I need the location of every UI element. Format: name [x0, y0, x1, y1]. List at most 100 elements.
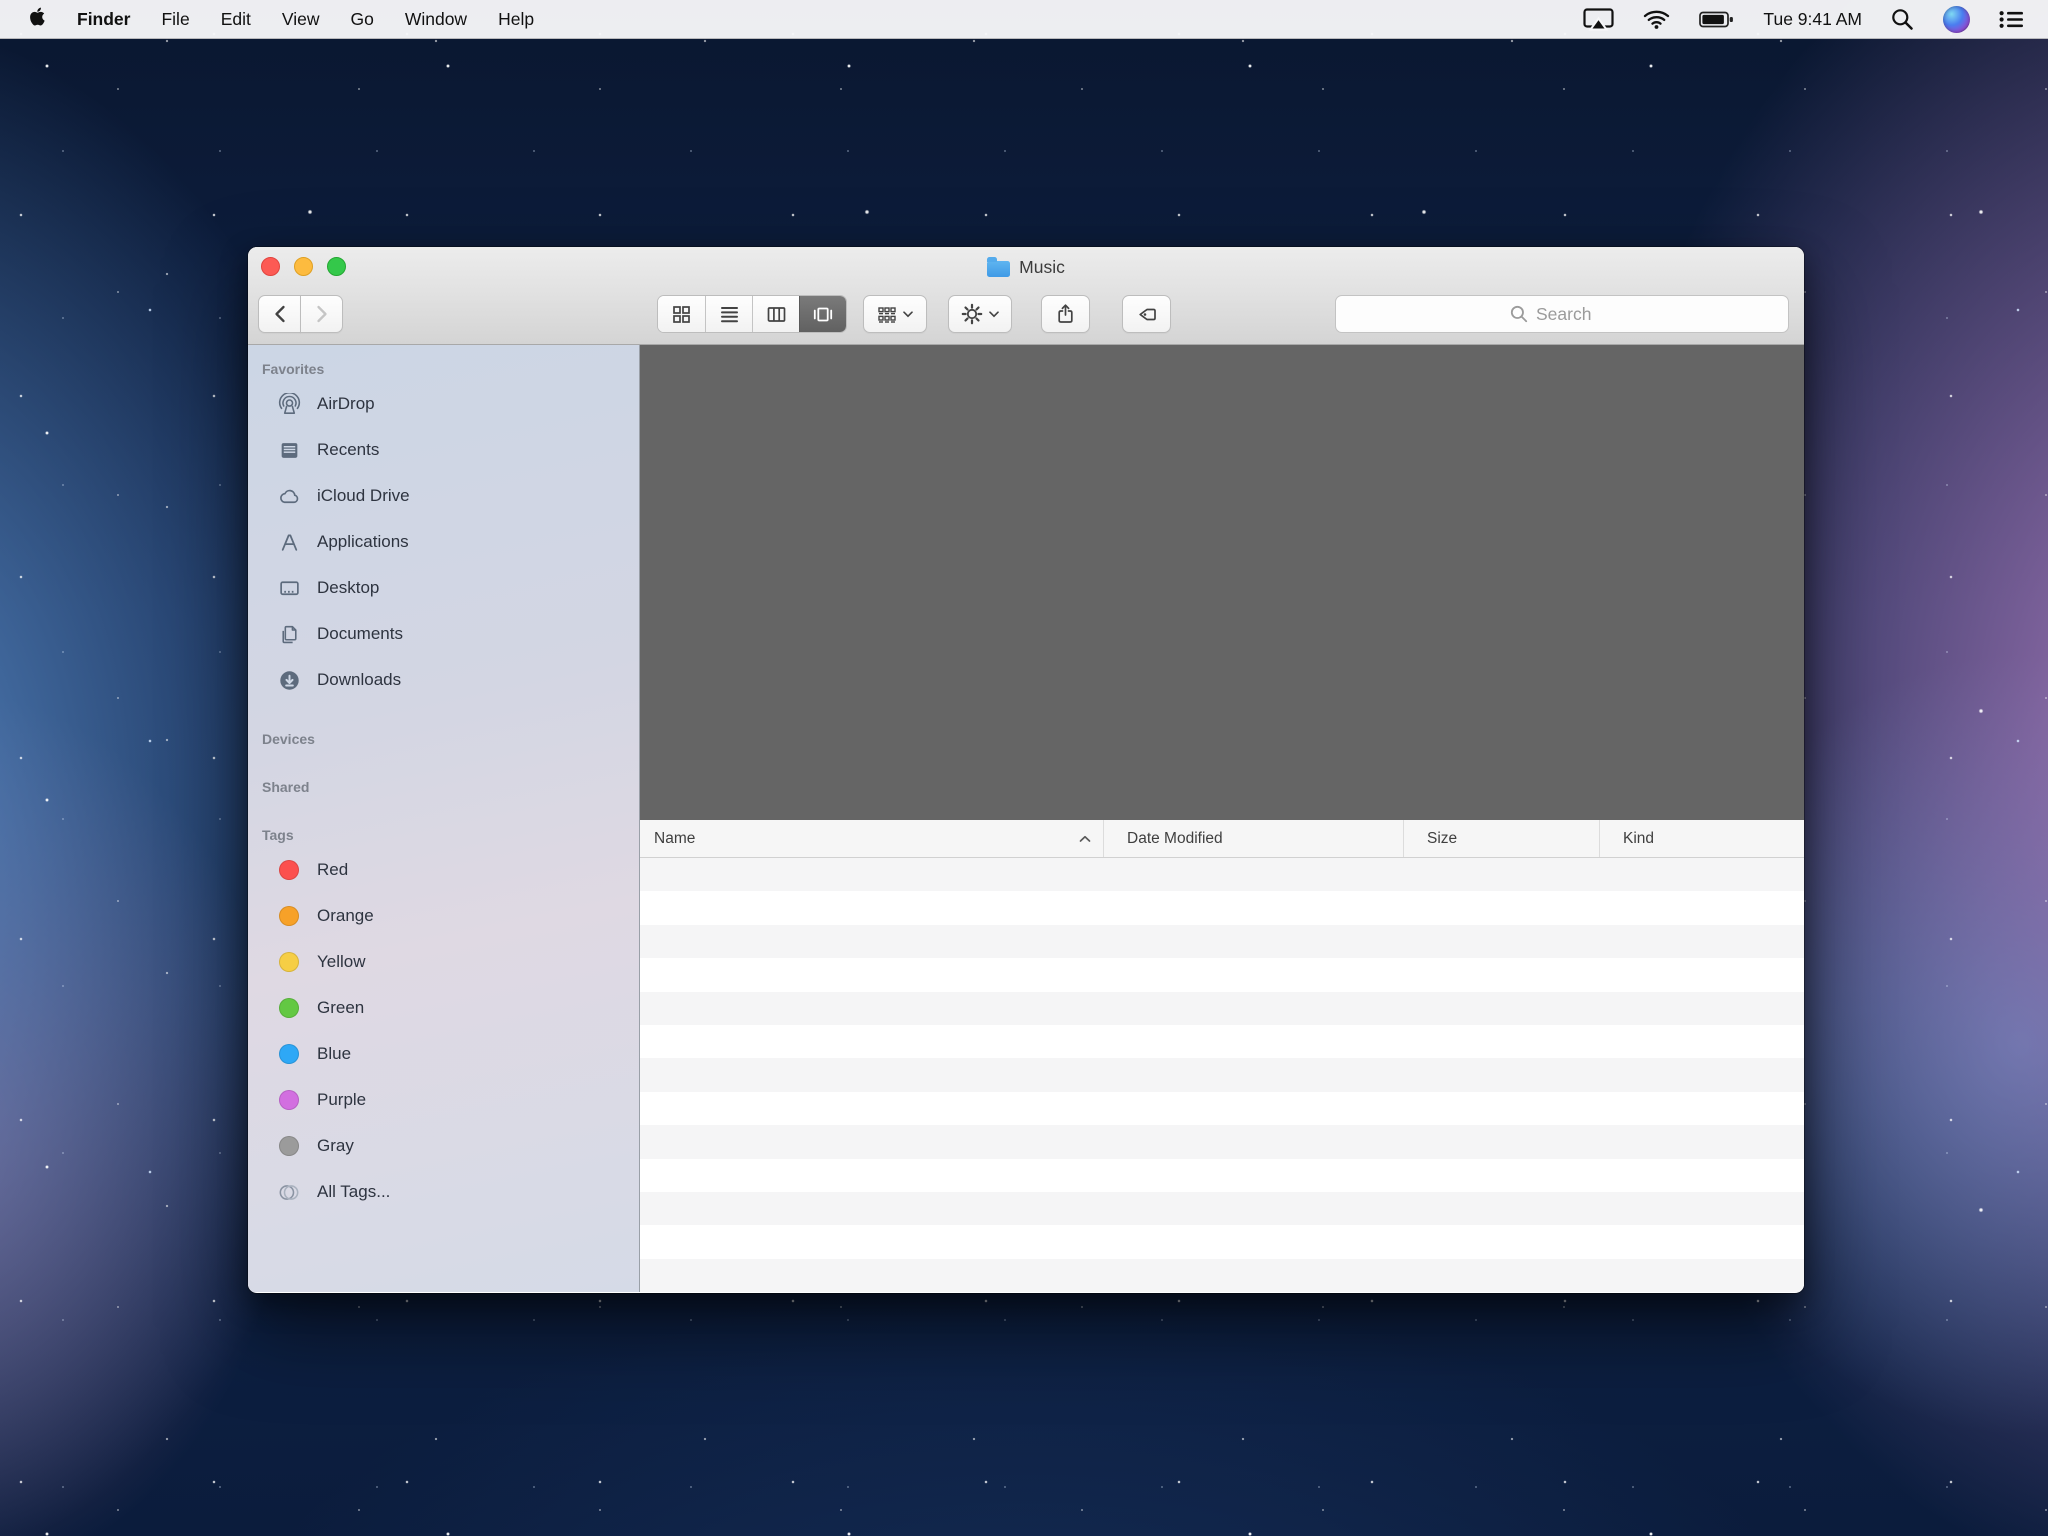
list-row: [640, 925, 1804, 958]
spotlight-icon[interactable]: [1891, 8, 1914, 31]
search-field[interactable]: [1335, 295, 1789, 333]
column-header-name[interactable]: Name: [640, 820, 1104, 857]
sidebar-item-label: Orange: [317, 906, 374, 926]
alltags-icon: [277, 1180, 301, 1204]
chevron-right-icon: [316, 305, 328, 323]
sidebar-item-label: Gray: [317, 1136, 354, 1156]
sidebar-item-label: Applications: [317, 532, 409, 552]
list-row: [640, 992, 1804, 1025]
chevron-left-icon: [274, 305, 286, 323]
view-switcher: [657, 295, 847, 333]
tag-color-dot: [279, 998, 299, 1018]
sidebar: FavoritesAirDrop Recents iCloud Drive Appli…: [248, 345, 639, 1292]
list-row: [640, 1192, 1804, 1225]
search-input[interactable]: [1536, 304, 1614, 325]
desktop: Finder File Edit View Go Window Help Tue 9:41 …: [0, 0, 2048, 1536]
close-button[interactable]: [261, 257, 280, 276]
tag-button[interactable]: [1122, 295, 1171, 333]
share-button[interactable]: [1041, 295, 1090, 333]
desktop-icon: [277, 576, 301, 600]
list-row: [640, 1125, 1804, 1158]
menu-edit[interactable]: Edit: [221, 9, 251, 30]
back-button[interactable]: [258, 295, 301, 333]
tag-icon: [1135, 304, 1158, 325]
sidebar-item-label: All Tags...: [317, 1182, 390, 1202]
wifi-icon[interactable]: [1643, 9, 1670, 30]
siri-icon[interactable]: [1943, 6, 1970, 33]
sidebar-item-label: Recents: [317, 440, 379, 460]
sidebar-item-orange[interactable]: Orange: [248, 893, 639, 939]
tag-circle-icon: [277, 858, 301, 882]
battery-icon[interactable]: [1699, 11, 1734, 28]
sidebar-item-label: Green: [317, 998, 364, 1018]
menu-view[interactable]: View: [282, 9, 320, 30]
navigation-buttons: [258, 295, 343, 333]
menu-file[interactable]: File: [161, 9, 189, 30]
sidebar-item-gray[interactable]: Gray: [248, 1123, 639, 1169]
sidebar-item-airdrop[interactable]: AirDrop: [248, 381, 639, 427]
sidebar-item-downloads[interactable]: Downloads: [248, 657, 639, 703]
column-header-size[interactable]: Size: [1404, 820, 1600, 857]
sidebar-section-label: Favorites: [248, 361, 639, 381]
notification-center-icon[interactable]: [1999, 10, 2024, 29]
tag-circle-icon: [277, 904, 301, 928]
menu-bar-clock[interactable]: Tue 9:41 AM: [1763, 9, 1862, 30]
applications-icon: [277, 530, 301, 554]
action-button[interactable]: [948, 295, 1012, 333]
minimize-button[interactable]: [294, 257, 313, 276]
sidebar-item-icloud-drive[interactable]: iCloud Drive: [248, 473, 639, 519]
list-view-button[interactable]: [705, 296, 752, 332]
apple-menu[interactable]: [30, 7, 46, 31]
sidebar-section-label: Devices: [248, 731, 639, 751]
menu-finder[interactable]: Finder: [77, 9, 130, 30]
tag-color-dot: [279, 1044, 299, 1064]
list-row: [640, 891, 1804, 924]
forward-button[interactable]: [300, 295, 343, 333]
chevron-down-icon: [989, 311, 999, 318]
group-button[interactable]: [863, 295, 927, 333]
airplay-icon[interactable]: [1583, 8, 1614, 31]
title-bar: Music: [248, 247, 1804, 345]
zoom-button[interactable]: [327, 257, 346, 276]
sidebar-item-desktop[interactable]: Desktop: [248, 565, 639, 611]
sidebar-item-recents[interactable]: Recents: [248, 427, 639, 473]
list-row: [640, 1092, 1804, 1125]
gallery-view-button[interactable]: [799, 296, 846, 332]
menu-window[interactable]: Window: [405, 9, 467, 30]
list-row: [640, 1225, 1804, 1258]
finder-window: Music: [248, 247, 1804, 1293]
list-header: NameDate ModifiedSizeKind: [640, 820, 1804, 858]
list-view-icon: [719, 304, 740, 325]
sidebar-item-applications[interactable]: Applications: [248, 519, 639, 565]
tag-color-dot: [279, 860, 299, 880]
tag-color-dot: [279, 1136, 299, 1156]
column-view-icon: [766, 304, 787, 325]
list-row: [640, 1058, 1804, 1091]
tag-circle-icon: [277, 996, 301, 1020]
sidebar-item-label: Desktop: [317, 578, 379, 598]
tag-color-dot: [279, 906, 299, 926]
documents-icon: [277, 622, 301, 646]
sidebar-item-blue[interactable]: Blue: [248, 1031, 639, 1077]
column-view-button[interactable]: [752, 296, 799, 332]
column-header-date-modified[interactable]: Date Modified: [1104, 820, 1404, 857]
menu-help[interactable]: Help: [498, 9, 534, 30]
tag-color-dot: [279, 1090, 299, 1110]
group-icon: [877, 305, 897, 324]
share-icon: [1055, 303, 1076, 325]
sidebar-item-documents[interactable]: Documents: [248, 611, 639, 657]
tag-color-dot: [279, 952, 299, 972]
recents-icon: [277, 438, 301, 462]
coverflow-preview-area: [640, 345, 1804, 820]
sidebar-item-yellow[interactable]: Yellow: [248, 939, 639, 985]
sidebar-item-purple[interactable]: Purple: [248, 1077, 639, 1123]
chevron-down-icon: [903, 311, 913, 318]
sidebar-item-all-tags[interactable]: All Tags...: [248, 1169, 639, 1215]
sidebar-section-favorites: FavoritesAirDrop Recents iCloud Drive Appli…: [248, 361, 639, 703]
menu-items: Finder File Edit View Go Window Help: [30, 7, 534, 31]
icon-view-button[interactable]: [658, 296, 705, 332]
column-header-kind[interactable]: Kind: [1600, 820, 1804, 857]
menu-go[interactable]: Go: [350, 9, 373, 30]
sidebar-item-green[interactable]: Green: [248, 985, 639, 1031]
sidebar-item-red[interactable]: Red: [248, 847, 639, 893]
